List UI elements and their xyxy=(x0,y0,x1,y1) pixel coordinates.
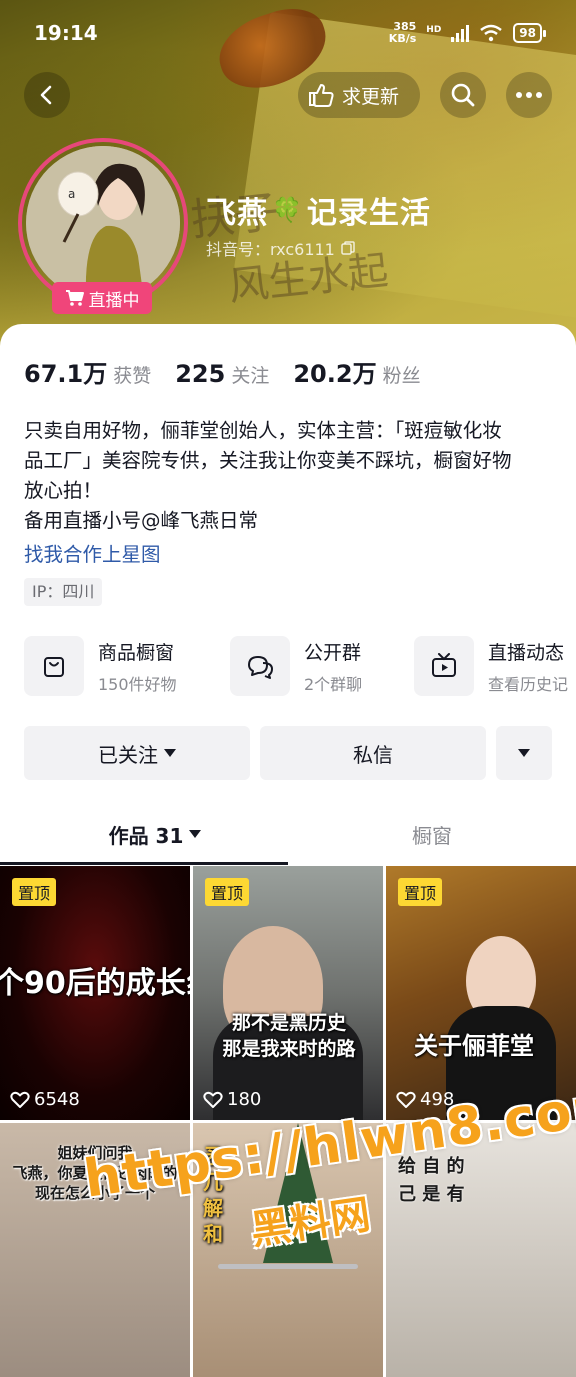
caret-down-icon xyxy=(189,830,202,838)
pinned-badge: 置顶 xyxy=(398,878,443,906)
cart-icon xyxy=(65,290,84,306)
signal-icon xyxy=(451,24,470,42)
chat-bubbles-icon xyxy=(248,656,273,679)
nickname: 飞燕 🍀 记录生活 xyxy=(206,196,431,231)
video-caption: 那不是黑历史 那是我来时的路 xyxy=(222,1012,356,1060)
search-icon xyxy=(451,83,475,107)
request-update-label: 求更新 xyxy=(342,85,400,108)
more-button[interactable] xyxy=(506,72,552,118)
network-label: HD xyxy=(426,25,442,35)
video-tile[interactable]: 置顶 那不是黑历史 那是我来时的路 180 xyxy=(193,866,383,1120)
feature-group-chat[interactable]: 公开群 2个群聊 xyxy=(230,636,362,696)
tab-indicator xyxy=(0,862,288,865)
tv-play-icon xyxy=(432,653,456,677)
caret-down-icon xyxy=(518,749,530,757)
heart-icon xyxy=(10,1091,30,1108)
video-caption: 个90后的成长纟 xyxy=(0,966,190,1001)
top-nav: 求更新 xyxy=(0,72,576,118)
stat-following[interactable]: 225 关注 xyxy=(175,360,269,388)
more-options-button[interactable] xyxy=(496,726,552,780)
stat-likes[interactable]: 67.1万 获赞 xyxy=(24,354,151,389)
video-tile[interactable]: 置顶 个90后的成长纟 6548 xyxy=(0,866,190,1120)
feature-showcase[interactable]: 商品橱窗 150件好物 xyxy=(24,636,177,696)
svg-text:a: a xyxy=(68,187,75,201)
pinned-badge: 置顶 xyxy=(12,878,57,906)
ip-location: IP：四川 xyxy=(24,578,103,606)
stat-followers[interactable]: 20.2万 粉丝 xyxy=(293,354,420,389)
douyin-id[interactable]: 抖音号：rxc6111 xyxy=(206,236,355,260)
wifi-icon xyxy=(480,24,503,42)
like-count: 180 xyxy=(203,1089,261,1110)
caret-down-icon xyxy=(164,749,176,757)
star-map-link[interactable]: 找我合作上星图 xyxy=(24,538,161,567)
thumb-point-icon xyxy=(309,84,334,107)
live-badge[interactable]: 直播中 xyxy=(52,282,152,314)
video-caption: 关于俪菲堂 xyxy=(414,1032,534,1060)
feature-live-history[interactable]: 直播动态 查看历史记 xyxy=(414,636,568,696)
message-button[interactable]: 私信 xyxy=(260,726,486,780)
followed-button[interactable]: 已关注 xyxy=(24,726,250,780)
video-tile[interactable]: 置顶 关于俪菲堂 498 xyxy=(386,866,576,1120)
avatar-photo: a xyxy=(26,146,180,300)
home-indicator[interactable] xyxy=(218,1264,358,1269)
status-time: 19:14 xyxy=(34,21,98,45)
status-bar: 19:14 385 KB/s HD 98 xyxy=(0,0,576,66)
bio-text: 只卖自用好物，俪菲堂创始人，实体主营：「斑痘敏化妆 品工厂」美容院专供，关注我让… xyxy=(24,419,512,532)
clover-emoji: 🍀 xyxy=(272,196,303,224)
request-update-button[interactable]: 求更新 xyxy=(298,72,420,118)
back-button[interactable] xyxy=(24,72,70,118)
net-speed: 385 KB/s xyxy=(388,20,417,45)
live-badge-label: 直播中 xyxy=(88,290,140,311)
like-count: 6548 xyxy=(10,1089,80,1110)
more-icon xyxy=(516,92,542,98)
chevron-left-icon xyxy=(40,85,52,105)
feature-entries: 商品橱窗 150件好物 公开群 2个群聊 直播动态 查看历史记 xyxy=(24,636,576,700)
battery-icon: 98 xyxy=(513,23,546,43)
bag-icon xyxy=(44,657,64,677)
tab-works[interactable]: 作品 31 xyxy=(0,804,310,864)
copy-icon[interactable] xyxy=(341,241,355,255)
content-tabs: 作品 31 橱窗 xyxy=(0,804,576,865)
search-button[interactable] xyxy=(440,72,486,118)
action-buttons: 已关注 私信 xyxy=(24,726,552,780)
pinned-badge: 置顶 xyxy=(205,878,250,906)
tab-showcase[interactable]: 橱窗 xyxy=(288,804,576,864)
stats-row: 67.1万 获赞 225 关注 20.2万 粉丝 xyxy=(24,354,421,389)
heart-icon xyxy=(203,1091,223,1108)
